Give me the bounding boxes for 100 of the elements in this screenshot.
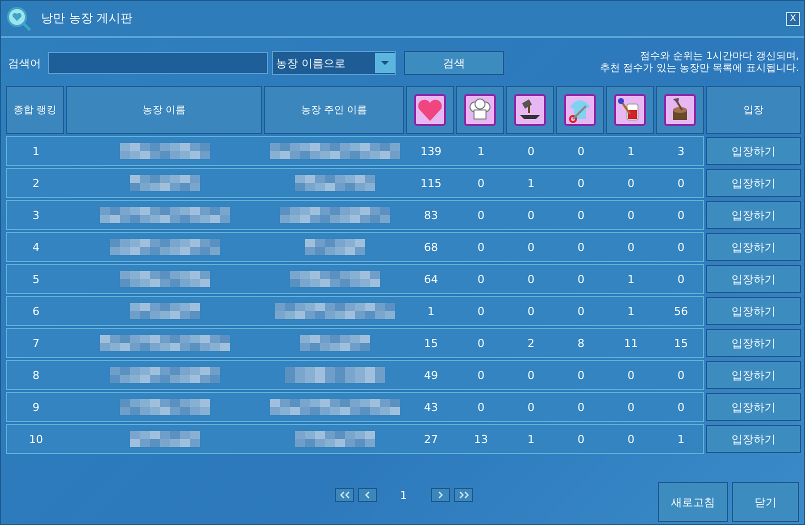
caret-icon [375, 53, 395, 73]
rank-cell: 9 [32, 400, 40, 414]
enter-button[interactable]: 입장하기 [706, 201, 801, 229]
score-cell: 3 [678, 144, 684, 158]
pixelated-name-drawing [305, 239, 365, 255]
score-cell: 0 [578, 304, 584, 318]
score-cell: 0 [478, 304, 484, 318]
score-cell: 0 [478, 272, 484, 286]
score-cell: 15 [424, 336, 438, 350]
score-cell: 1 [628, 144, 634, 158]
score-cell: 1 [628, 272, 634, 286]
score-cell: 0 [628, 400, 634, 414]
score-cell: 0 [528, 240, 534, 254]
rank-cell: 3 [32, 208, 40, 222]
score-cell: 0 [528, 368, 534, 382]
score-cell: 0 [628, 240, 634, 254]
last-page-button[interactable] [454, 488, 473, 502]
notice-text: 점수와 순위는 1시간마다 갱신되며, 추천 점수가 있는 농장만 목록에 표시됩니다. [598, 51, 799, 75]
first-page-button[interactable] [335, 488, 354, 502]
score-cell: 0 [478, 240, 484, 254]
score-cell: 0 [528, 144, 534, 158]
shirt-scissors-icon [564, 94, 596, 126]
score-cell: 43 [424, 400, 438, 414]
score-cell: 27 [424, 432, 438, 446]
rank-cell: 7 [32, 336, 40, 350]
score-cell: 0 [578, 400, 584, 414]
pixelated-name-drawing [130, 175, 200, 191]
score-cell: 1 [528, 432, 534, 446]
score-cell: 1 [628, 304, 634, 318]
next-page-button[interactable] [431, 488, 450, 502]
score-cell: 115 [420, 176, 442, 190]
score-cell: 13 [474, 432, 488, 446]
score-cell: 1 [528, 176, 534, 190]
page-number: 1 [400, 488, 407, 502]
enter-button[interactable]: 입장하기 [706, 361, 801, 389]
score-cell: 0 [678, 208, 684, 222]
score-cell: 64 [424, 272, 438, 286]
enter-button[interactable]: 입장하기 [706, 137, 801, 165]
previous-page-button[interactable] [358, 488, 377, 502]
pixelated-name-drawing [300, 335, 370, 351]
score-cell: 0 [678, 240, 684, 254]
refresh-button[interactable]: 새로고침 [658, 482, 728, 522]
rank-cell: 8 [32, 368, 40, 382]
enter-button[interactable]: 입장하기 [706, 425, 801, 453]
score-cell: 0 [578, 208, 584, 222]
score-cell: 0 [578, 144, 584, 158]
score-cell: 56 [674, 304, 688, 318]
score-cell: 0 [678, 272, 684, 286]
score-cell: 68 [424, 240, 438, 254]
score-cell: 15 [674, 336, 688, 350]
potion-brush-icon [614, 94, 646, 126]
score-cell: 0 [678, 400, 684, 414]
score-cell: 139 [420, 144, 442, 158]
score-cell: 0 [578, 272, 584, 286]
enter-button[interactable]: 입장하기 [706, 329, 801, 357]
score-cell: 0 [628, 368, 634, 382]
stump-axe-icon [664, 94, 696, 126]
enter-button[interactable]: 입장하기 [706, 393, 801, 421]
window-title: 낭만 농장 게시판 [41, 10, 134, 27]
search-button[interactable]: 검색 [404, 51, 504, 75]
search-field[interactable] [48, 52, 268, 74]
search-label: 검색어 [8, 56, 42, 70]
score-cell: 1 [678, 432, 684, 446]
score-cell: 0 [478, 176, 484, 190]
score-cell: 0 [628, 208, 634, 222]
score-cell: 0 [578, 240, 584, 254]
column-header: 입장 [706, 86, 801, 134]
score-cell: 0 [478, 336, 484, 350]
enter-button[interactable]: 입장하기 [706, 169, 801, 197]
score-cell: 83 [424, 208, 438, 222]
enter-button[interactable]: 입장하기 [706, 297, 801, 325]
score-cell: 0 [528, 400, 534, 414]
pixelated-name-drawing [130, 303, 200, 319]
score-cell: 0 [528, 304, 534, 318]
rank-cell: 4 [32, 240, 40, 254]
close-dialog-button[interactable]: 닫기 [732, 482, 799, 522]
column-header: 농장 이름 [66, 86, 262, 134]
score-cell: 0 [578, 368, 584, 382]
rank-cell: 6 [32, 304, 40, 318]
score-cell: 0 [478, 400, 484, 414]
search-type-dropdown[interactable]: 농장 이름으로 [272, 51, 396, 75]
score-cell: 1 [428, 304, 434, 318]
anvil-icon [514, 94, 546, 126]
score-cell: 0 [528, 208, 534, 222]
enter-button[interactable]: 입장하기 [706, 233, 801, 261]
rank-cell: 5 [32, 272, 40, 286]
column-header: 농장 주인 이름 [264, 86, 404, 134]
score-cell: 0 [478, 368, 484, 382]
pixelated-name-drawing [130, 431, 200, 447]
rank-cell: 2 [32, 176, 40, 190]
chef-hat-icon [464, 94, 496, 126]
score-cell: 1 [478, 144, 484, 158]
magnifier-heart-icon [5, 4, 33, 32]
score-cell: 0 [578, 432, 584, 446]
enter-button[interactable]: 입장하기 [706, 265, 801, 293]
rank-cell: 1 [32, 144, 40, 158]
score-cell: 8 [578, 336, 584, 350]
score-cell: 0 [528, 272, 534, 286]
column-header: 종합 랭킹 [6, 86, 64, 134]
close-button[interactable]: X [786, 12, 800, 26]
